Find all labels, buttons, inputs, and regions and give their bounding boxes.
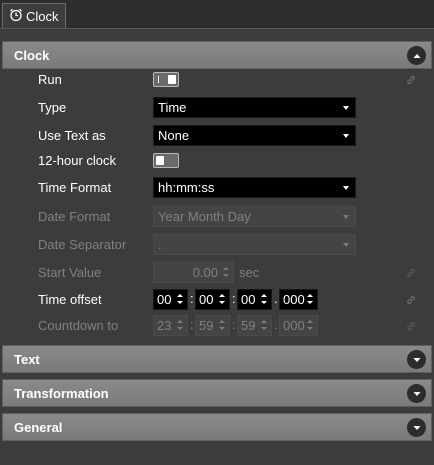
section-header-clock[interactable]: Clock xyxy=(2,41,432,69)
stepper-value: 000 xyxy=(283,318,305,333)
stepper-value: 23 xyxy=(157,318,172,333)
date-separator-dropdown: . xyxy=(153,234,356,255)
toggle-on-mark xyxy=(158,76,159,83)
property-label: Date Separator xyxy=(38,237,127,252)
property-label: 12-hour clock xyxy=(38,153,117,168)
property-row-date-format: Date Format Year Month Day xyxy=(0,206,434,228)
type-dropdown[interactable]: Time xyxy=(153,97,356,118)
dropdown-arrow-icon xyxy=(343,215,349,219)
stepper-arrows-icon xyxy=(306,316,315,335)
run-toggle[interactable] xyxy=(153,72,179,87)
dropdown-value: . xyxy=(158,237,162,252)
dropdown-value: Time xyxy=(158,100,187,115)
link-icon[interactable] xyxy=(405,74,417,89)
dropdown-arrow-icon xyxy=(343,106,349,110)
property-row-time-offset: Time offset 00 : 00 : 00 . 000 xyxy=(0,289,434,311)
link-icon xyxy=(405,320,417,335)
property-label: Time Format xyxy=(38,180,112,195)
use-text-as-dropdown[interactable]: None xyxy=(153,125,356,146)
link-icon[interactable] xyxy=(405,294,417,309)
countdown-seconds: 59 xyxy=(237,315,272,336)
stepper-value: 000 xyxy=(283,292,305,307)
chevron-down-icon[interactable] xyxy=(407,418,426,437)
section-title: Clock xyxy=(14,47,50,63)
property-label: Start Value xyxy=(38,265,102,280)
property-row-12-hour-clock: 12-hour clock xyxy=(0,150,434,172)
time-format-dropdown[interactable]: hh:mm:ss xyxy=(153,177,356,198)
time-separator: : xyxy=(190,317,194,332)
start-value-stepper: 0.00 xyxy=(153,262,234,283)
property-label: Run xyxy=(38,72,62,87)
stepper-value: 0.00 xyxy=(192,265,218,280)
dropdown-arrow-icon xyxy=(343,243,349,247)
stepper-arrows-icon[interactable] xyxy=(306,290,315,309)
stepper-arrows-icon[interactable] xyxy=(260,290,269,309)
property-label: Date Format xyxy=(38,209,111,224)
time-offset-milliseconds[interactable]: 000 xyxy=(279,289,318,310)
property-row-use-text-as: Use Text as None xyxy=(0,125,434,147)
property-row-start-value: Start Value 0.00 sec xyxy=(0,262,434,284)
section-title: General xyxy=(14,419,63,435)
stepper-arrows-icon xyxy=(222,263,231,282)
dropdown-value: None xyxy=(158,128,190,143)
chevron-up-icon[interactable] xyxy=(407,46,426,65)
time-offset-seconds[interactable]: 00 xyxy=(237,289,272,310)
dropdown-arrow-icon xyxy=(343,186,349,190)
section-title: Transformation xyxy=(14,385,109,401)
time-offset-hours[interactable]: 00 xyxy=(153,289,188,310)
stepper-value: 59 xyxy=(199,318,214,333)
link-icon xyxy=(405,267,417,282)
dropdown-arrow-icon xyxy=(343,134,349,138)
section-header-general[interactable]: General xyxy=(2,413,432,441)
tab-clock[interactable]: Clock xyxy=(2,3,66,28)
stepper-arrows-icon xyxy=(260,316,269,335)
stepper-arrows-icon[interactable] xyxy=(176,290,185,309)
millis-separator: . xyxy=(274,291,278,306)
section-title: Text xyxy=(14,351,40,367)
property-row-type: Type Time xyxy=(0,97,434,119)
toggle-knob xyxy=(168,75,176,84)
alarm-clock-icon xyxy=(9,8,26,25)
tab-label: Clock xyxy=(26,8,59,24)
date-format-dropdown: Year Month Day xyxy=(153,206,356,227)
stepper-value: 00 xyxy=(199,292,214,307)
chevron-down-icon[interactable] xyxy=(407,350,426,369)
stepper-value: 59 xyxy=(241,318,256,333)
dropdown-value: Year Month Day xyxy=(158,209,251,224)
property-label: Countdown to xyxy=(38,318,119,333)
stepper-value: 00 xyxy=(241,292,256,307)
property-row-date-separator: Date Separator . xyxy=(0,234,434,256)
property-row-countdown-to: Countdown to 23 : 59 : 59 . 000 xyxy=(0,315,434,337)
section-header-text[interactable]: Text xyxy=(2,345,432,373)
property-label: Type xyxy=(38,100,67,115)
tab-bar: Clock xyxy=(0,0,434,29)
countdown-minutes: 59 xyxy=(195,315,230,336)
unit-label: sec xyxy=(239,265,260,280)
property-label: Use Text as xyxy=(38,128,106,143)
property-row-run: Run xyxy=(0,69,434,91)
countdown-milliseconds: 000 xyxy=(279,315,318,336)
twelve-hour-toggle[interactable] xyxy=(153,153,179,168)
countdown-hours: 23 xyxy=(153,315,188,336)
stepper-arrows-icon xyxy=(218,316,227,335)
stepper-arrows-icon xyxy=(176,316,185,335)
time-offset-minutes[interactable]: 00 xyxy=(195,289,230,310)
stepper-value: 00 xyxy=(157,292,172,307)
stepper-arrows-icon[interactable] xyxy=(218,290,227,309)
property-row-time-format: Time Format hh:mm:ss xyxy=(0,177,434,199)
toggle-knob xyxy=(156,156,164,165)
section-header-transformation[interactable]: Transformation xyxy=(2,379,432,407)
chevron-down-icon[interactable] xyxy=(407,384,426,403)
dropdown-value: hh:mm:ss xyxy=(158,180,215,195)
time-separator: : xyxy=(232,291,236,306)
time-separator: : xyxy=(232,317,236,332)
property-label: Time offset xyxy=(38,292,102,307)
time-separator: : xyxy=(190,291,194,306)
millis-separator: . xyxy=(274,317,278,332)
